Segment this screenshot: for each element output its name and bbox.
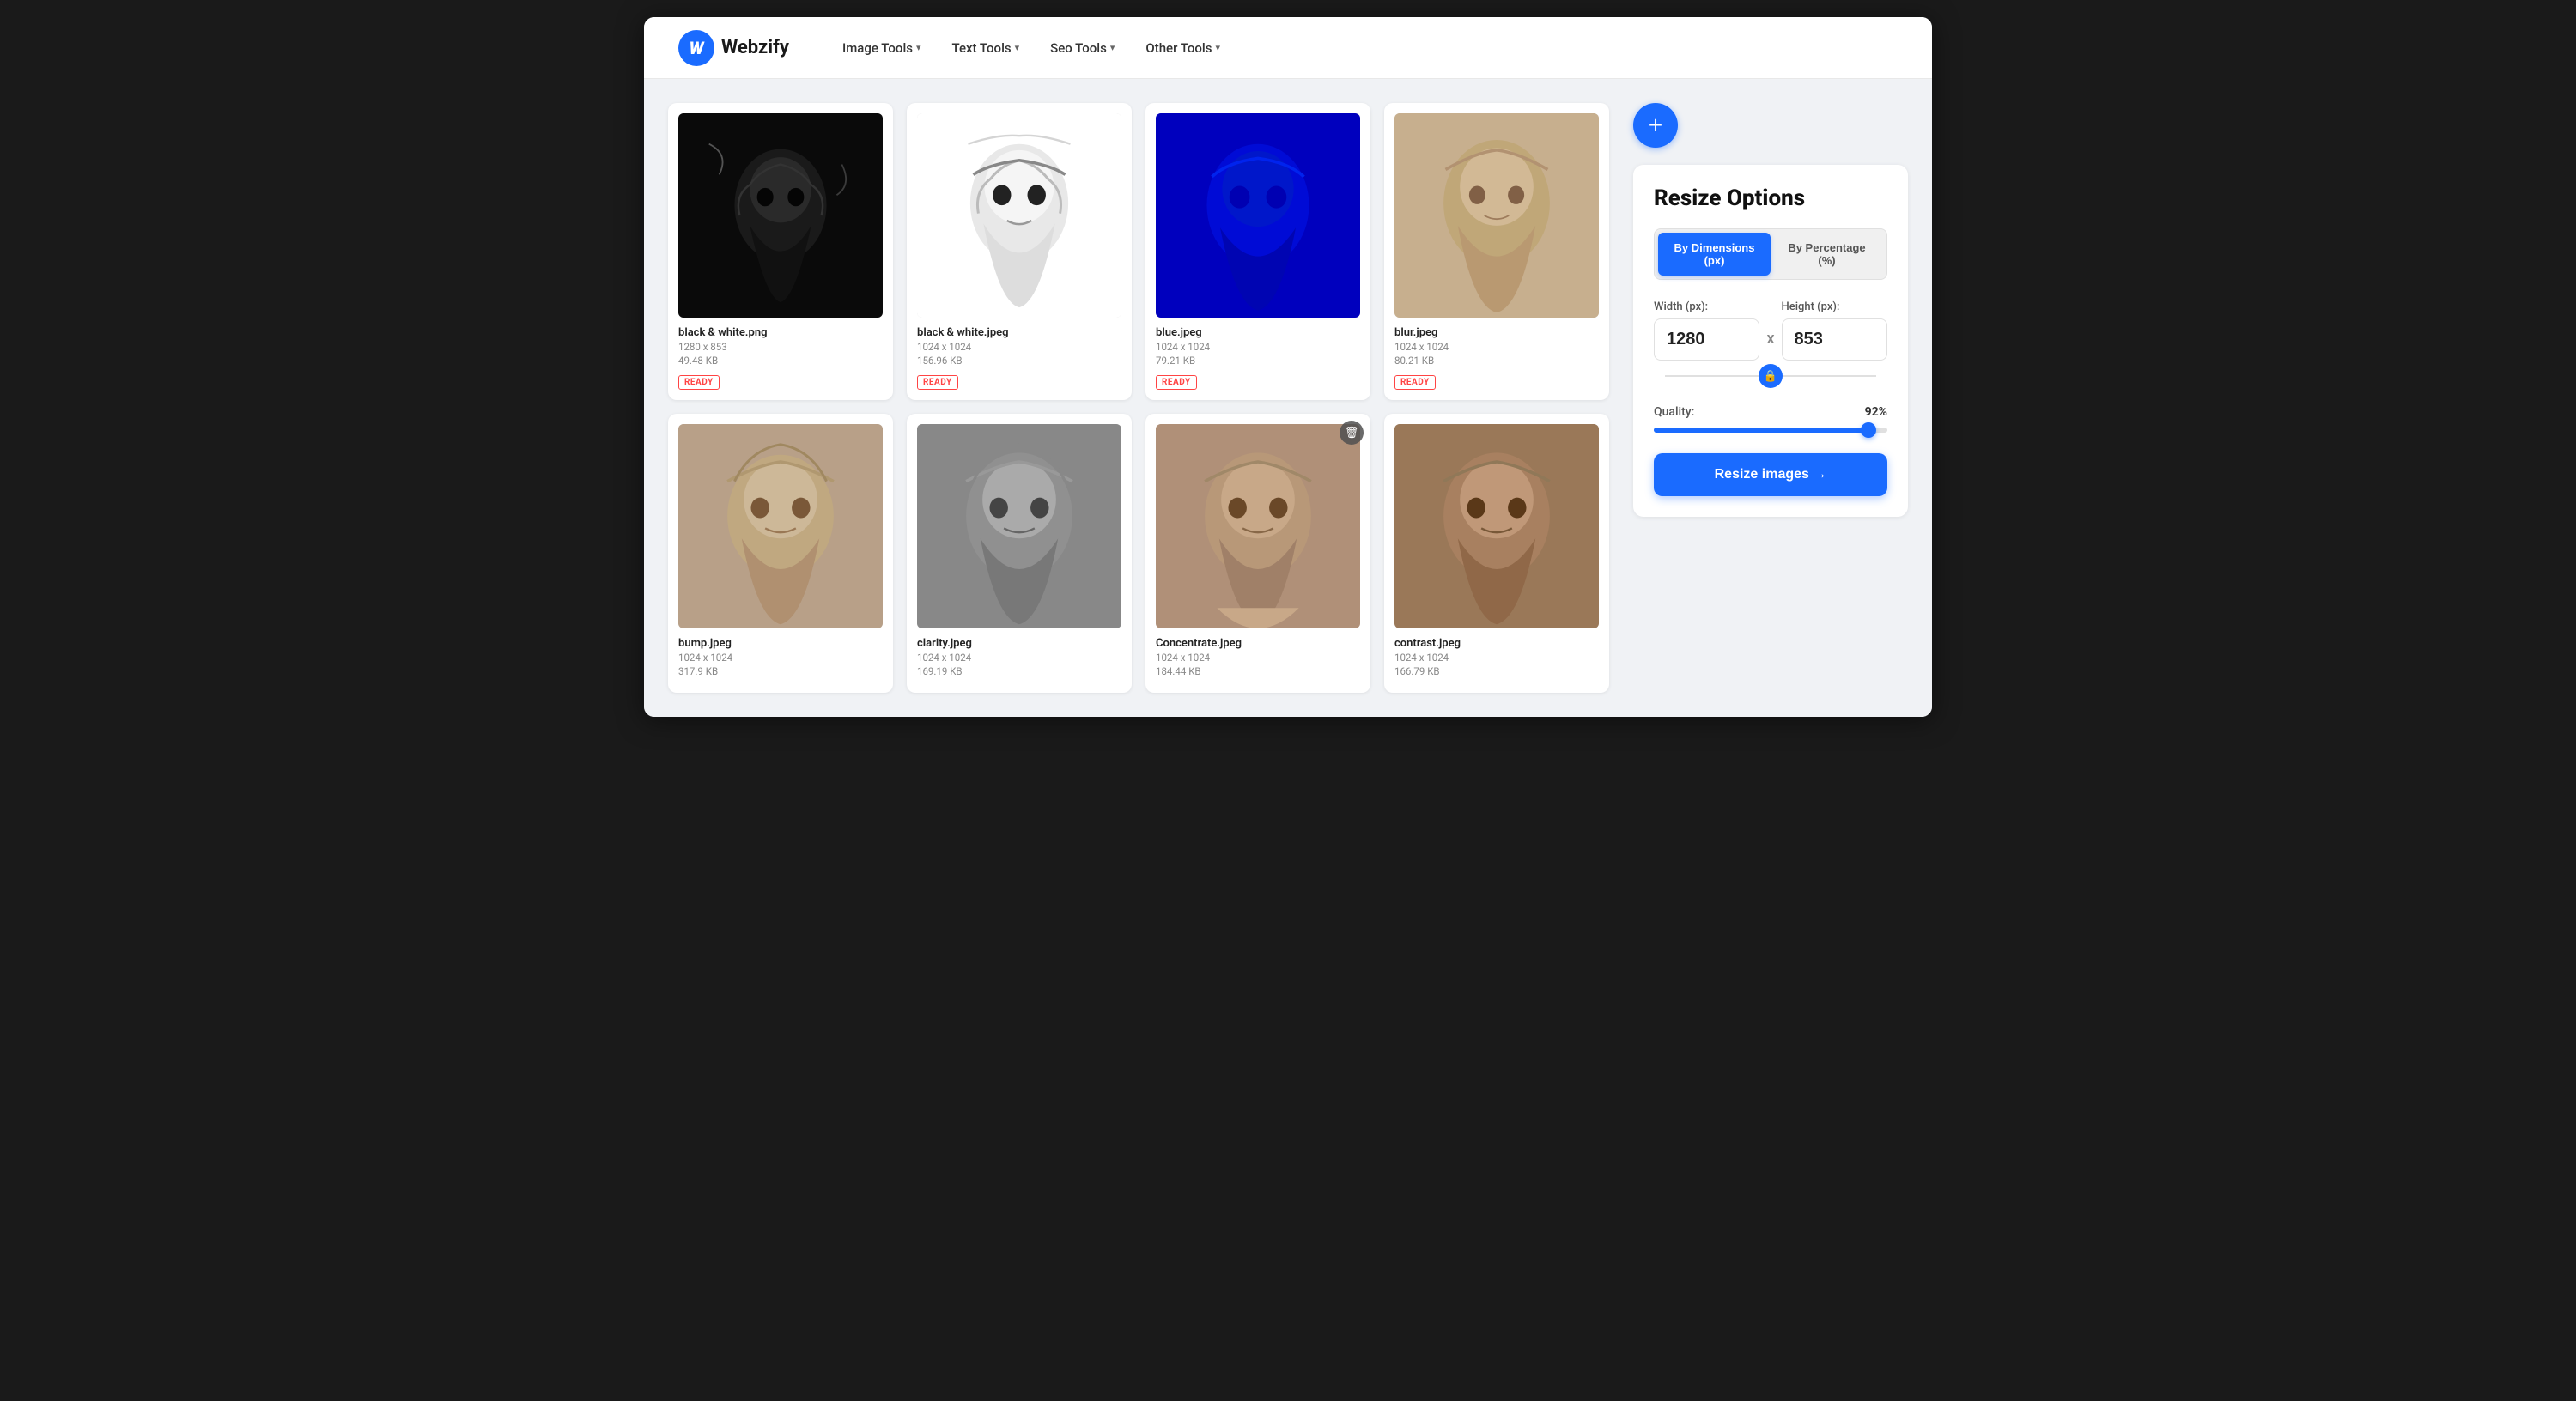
image-size: 49.48 KB [678, 355, 883, 367]
ready-badge: READY [1394, 375, 1436, 390]
lock-icon[interactable]: 🔒 [1759, 364, 1783, 388]
quality-value: 92% [1865, 405, 1887, 419]
quality-slider-track[interactable] [1654, 428, 1887, 433]
quality-slider-fill [1654, 428, 1868, 433]
logo-icon: W [678, 30, 714, 66]
image-grid-area: black & white.png 1280 x 853 49.48 KB RE… [668, 103, 1609, 693]
image-thumbnail [917, 424, 1121, 628]
image-name: bump.jpeg [678, 637, 883, 650]
image-info: black & white.png 1280 x 853 49.48 KB RE… [678, 326, 883, 390]
image-card: black & white.jpeg 1024 x 1024 156.96 KB… [907, 103, 1132, 400]
width-label: Width (px): [1654, 300, 1759, 313]
nav-image-tools[interactable]: Image Tools ▾ [830, 33, 933, 63]
nav-text-tools[interactable]: Text Tools ▾ [940, 33, 1032, 63]
image-size: 79.21 KB [1156, 355, 1360, 367]
image-thumbnail [1156, 424, 1360, 628]
dimension-separator: x [1766, 300, 1774, 348]
image-dims: 1280 x 853 [678, 341, 883, 353]
image-size: 166.79 KB [1394, 665, 1599, 677]
image-name: blue.jpeg [1156, 326, 1360, 339]
image-info: clarity.jpeg 1024 x 1024 169.19 KB [917, 637, 1121, 677]
lock-line-left [1665, 375, 1759, 377]
image-name: Concentrate.jpeg [1156, 637, 1360, 650]
ready-badge: READY [1156, 375, 1197, 390]
image-dims: 1024 x 1024 [678, 652, 883, 664]
image-size: 156.96 KB [917, 355, 1121, 367]
main-nav: Image Tools ▾ Text Tools ▾ Seo Tools ▾ O… [830, 33, 1232, 63]
image-card: black & white.png 1280 x 853 49.48 KB RE… [668, 103, 893, 400]
header: W Webzify Image Tools ▾ Text Tools ▾ Seo… [644, 17, 1932, 79]
image-name: clarity.jpeg [917, 637, 1121, 650]
image-info: Concentrate.jpeg 1024 x 1024 184.44 KB [1156, 637, 1360, 677]
image-dims: 1024 x 1024 [917, 652, 1121, 664]
lock-area: 🔒 [1654, 364, 1887, 388]
image-card: contrast.jpeg 1024 x 1024 166.79 KB [1384, 414, 1609, 693]
quality-header: Quality: 92% [1654, 405, 1887, 419]
image-thumbnail [1394, 424, 1599, 628]
add-images-button[interactable]: + [1633, 103, 1678, 148]
image-card: blur.jpeg 1024 x 1024 80.21 KB READY [1384, 103, 1609, 400]
image-info: contrast.jpeg 1024 x 1024 166.79 KB [1394, 637, 1599, 677]
image-name: blur.jpeg [1394, 326, 1599, 339]
image-size: 184.44 KB [1156, 665, 1360, 677]
main-content: black & white.png 1280 x 853 49.48 KB RE… [644, 79, 1932, 717]
image-size: 317.9 KB [678, 665, 883, 677]
resize-images-button[interactable]: Resize images → [1654, 453, 1887, 496]
image-card: clarity.jpeg 1024 x 1024 169.19 KB [907, 414, 1132, 693]
image-card: blue.jpeg 1024 x 1024 79.21 KB READY [1145, 103, 1370, 400]
delete-button[interactable]: 🗑 [1340, 421, 1364, 445]
resize-options-title: Resize Options [1654, 185, 1887, 211]
image-dims: 1024 x 1024 [1394, 652, 1599, 664]
image-info: bump.jpeg 1024 x 1024 317.9 KB [678, 637, 883, 677]
quality-label: Quality: [1654, 405, 1694, 419]
width-group: Width (px): [1654, 300, 1759, 361]
image-info: black & white.jpeg 1024 x 1024 156.96 KB… [917, 326, 1121, 390]
quality-slider-thumb[interactable] [1861, 422, 1876, 438]
width-input[interactable] [1654, 318, 1759, 361]
image-thumbnail [678, 424, 883, 628]
chevron-down-icon: ▾ [1015, 42, 1020, 53]
image-dims: 1024 x 1024 [917, 341, 1121, 353]
image-grid: black & white.png 1280 x 853 49.48 KB RE… [668, 103, 1609, 693]
height-label: Height (px): [1782, 300, 1887, 313]
image-card: 🗑 [1145, 414, 1370, 693]
lock-connector: 🔒 [1654, 364, 1887, 388]
image-name: contrast.jpeg [1394, 637, 1599, 650]
image-card: bump.jpeg 1024 x 1024 317.9 KB [668, 414, 893, 693]
image-thumbnail [1394, 113, 1599, 318]
nav-other-tools[interactable]: Other Tools ▾ [1133, 33, 1232, 63]
dimensions-row: Width (px): x Height (px): [1654, 300, 1887, 361]
image-dims: 1024 x 1024 [1156, 341, 1360, 353]
mode-dimensions-button[interactable]: By Dimensions (px) [1658, 233, 1771, 276]
image-dims: 1024 x 1024 [1394, 341, 1599, 353]
chevron-down-icon: ▾ [1110, 42, 1115, 53]
image-size: 169.19 KB [917, 665, 1121, 677]
height-group: Height (px): [1782, 300, 1887, 361]
sidebar: + Resize Options By Dimensions (px) By P… [1633, 103, 1908, 693]
image-dims: 1024 x 1024 [1156, 652, 1360, 664]
resize-options-panel: Resize Options By Dimensions (px) By Per… [1633, 165, 1908, 517]
lock-line-right [1783, 375, 1876, 377]
height-input[interactable] [1782, 318, 1887, 361]
mode-toggle: By Dimensions (px) By Percentage (%) [1654, 228, 1887, 280]
chevron-down-icon: ▾ [916, 42, 921, 53]
image-size: 80.21 KB [1394, 355, 1599, 367]
image-thumbnail [678, 113, 883, 318]
image-name: black & white.jpeg [917, 326, 1121, 339]
logo-text: Webzify [721, 37, 789, 58]
image-info: blue.jpeg 1024 x 1024 79.21 KB READY [1156, 326, 1360, 390]
mode-percentage-button[interactable]: By Percentage (%) [1771, 233, 1883, 276]
image-name: black & white.png [678, 326, 883, 339]
nav-seo-tools[interactable]: Seo Tools ▾ [1038, 33, 1127, 63]
image-info: blur.jpeg 1024 x 1024 80.21 KB READY [1394, 326, 1599, 390]
logo-area: W Webzify [678, 30, 789, 66]
image-thumbnail [1156, 113, 1360, 318]
ready-badge: READY [678, 375, 720, 390]
image-thumbnail [917, 113, 1121, 318]
quality-section: Quality: 92% [1654, 405, 1887, 433]
ready-badge: READY [917, 375, 958, 390]
chevron-down-icon: ▾ [1215, 42, 1220, 53]
